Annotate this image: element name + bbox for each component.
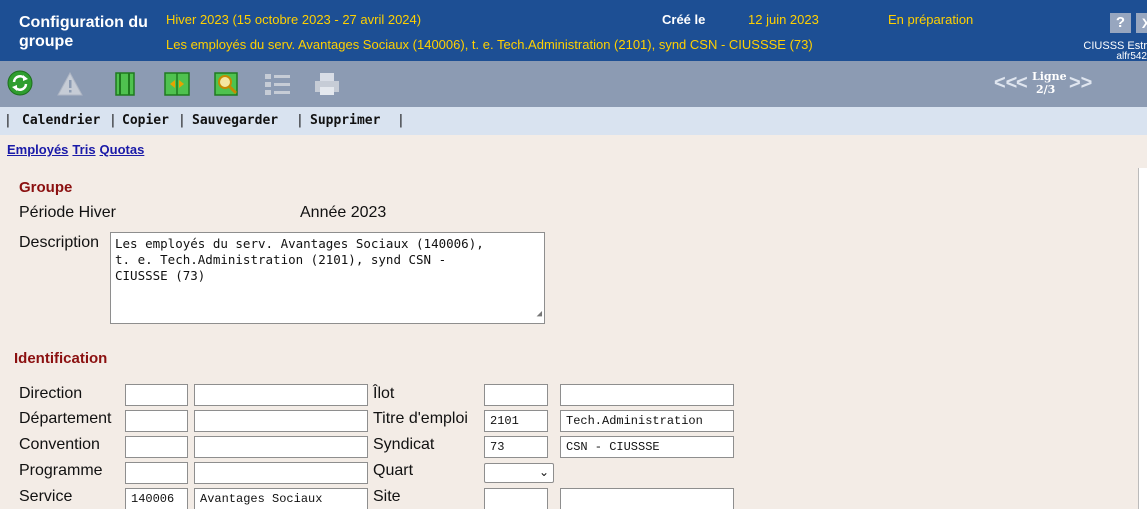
menu-sauvegarder[interactable]: Sauvegarder [192, 113, 278, 128]
menu-supprimer[interactable]: Supprimer [310, 113, 380, 128]
scrollbar[interactable] [1138, 168, 1147, 509]
programme-name-input[interactable] [194, 462, 368, 484]
direction-name-input[interactable] [194, 384, 368, 406]
app-title: Configuration du groupe [19, 14, 148, 50]
prev-row-button[interactable]: < [1016, 72, 1028, 95]
close-button[interactable]: X [1136, 13, 1147, 33]
ligne-label: Ligne [1032, 70, 1067, 83]
created-label: Créé le [662, 12, 706, 27]
menu-separator: | [4, 113, 12, 128]
help-button[interactable]: ? [1110, 13, 1131, 33]
ilot-code-input[interactable] [484, 384, 548, 406]
compare-icon[interactable] [164, 72, 190, 101]
ilot-name-input[interactable] [560, 384, 734, 406]
menu-copier[interactable]: Copier [122, 113, 169, 128]
menu-bar: | Calendrier | Copier | Sauvegarder | Su… [0, 107, 1147, 135]
menu-separator: | [178, 113, 186, 128]
site-label: Site [373, 488, 401, 505]
syndicat-code-input[interactable]: 73 [484, 436, 548, 458]
departement-name-input[interactable] [194, 410, 368, 432]
created-date: 12 juin 2023 [748, 12, 819, 27]
convention-code-input[interactable] [125, 436, 188, 458]
titre-emploi-code-input[interactable]: 2101 [484, 410, 548, 432]
warning-icon[interactable] [57, 71, 83, 101]
service-code-input[interactable]: 140006 [125, 488, 188, 509]
quart-select[interactable]: ⌄ [484, 463, 554, 483]
syndicat-name-input[interactable]: CSN - CIUSSSE [560, 436, 734, 458]
departement-code-input[interactable] [125, 410, 188, 432]
section-links: Employés Tris Quotas [7, 142, 148, 157]
menu-separator: | [397, 113, 405, 128]
direction-label: Direction [19, 385, 83, 402]
toolbar: << < Ligne 2/3 >> [0, 61, 1147, 107]
print-icon[interactable] [313, 72, 341, 101]
menu-separator: | [109, 113, 117, 128]
programme-label: Programme [19, 462, 103, 479]
groupe-heading: Groupe [19, 179, 73, 196]
titre-emploi-name-input[interactable]: Tech.Administration [560, 410, 734, 432]
direction-code-input[interactable] [125, 384, 188, 406]
prev-page-button[interactable]: << [994, 72, 1017, 95]
site-code-input[interactable] [484, 488, 548, 509]
menu-separator: | [296, 113, 304, 128]
refresh-icon[interactable] [7, 70, 33, 101]
description-textarea[interactable]: Les employés du serv. Avantages Sociaux … [110, 232, 545, 324]
identification-heading: Identification [14, 350, 108, 367]
link-tris[interactable]: Tris [72, 142, 95, 157]
description-label: Description [19, 234, 100, 251]
ilot-label: Îlot [373, 385, 395, 402]
next-page-button[interactable]: >> [1069, 72, 1092, 95]
chevron-down-icon: ⌄ [538, 465, 549, 479]
header-bar: Configuration du groupe Hiver 2023 (15 o… [0, 0, 1147, 62]
service-label: Service [19, 488, 73, 505]
syndicat-label: Syndicat [373, 436, 435, 453]
quart-label: Quart [373, 462, 414, 479]
convention-name-input[interactable] [194, 436, 368, 458]
annee-label: Année 2023 [300, 204, 387, 221]
titre-emploi-label: Titre d'emploi [373, 410, 468, 427]
site-name-input[interactable] [560, 488, 734, 509]
resize-grip-icon[interactable]: ◢ [537, 306, 542, 322]
period-text: Hiver 2023 (15 octobre 2023 - 27 avril 2… [166, 12, 422, 27]
description-text: Les employés du serv. Avantages Sociaux … [115, 236, 484, 283]
link-employes[interactable]: Employés [7, 142, 68, 157]
book-icon[interactable] [114, 72, 136, 101]
ligne-value: 2/3 [1036, 83, 1056, 96]
link-quotas[interactable]: Quotas [100, 142, 145, 157]
convention-label: Convention [19, 436, 100, 453]
service-name-input[interactable]: Avantages Sociaux [194, 488, 368, 509]
departement-label: Département [19, 410, 112, 427]
menu-calendrier[interactable]: Calendrier [22, 113, 100, 128]
status-text: En préparation [888, 12, 974, 27]
group-description: Les employés du serv. Avantages Sociaux … [166, 37, 813, 52]
programme-code-input[interactable] [125, 462, 188, 484]
search-icon[interactable] [214, 72, 240, 101]
periode-label: Période Hiver [19, 204, 116, 221]
checklist-icon[interactable] [264, 72, 292, 101]
